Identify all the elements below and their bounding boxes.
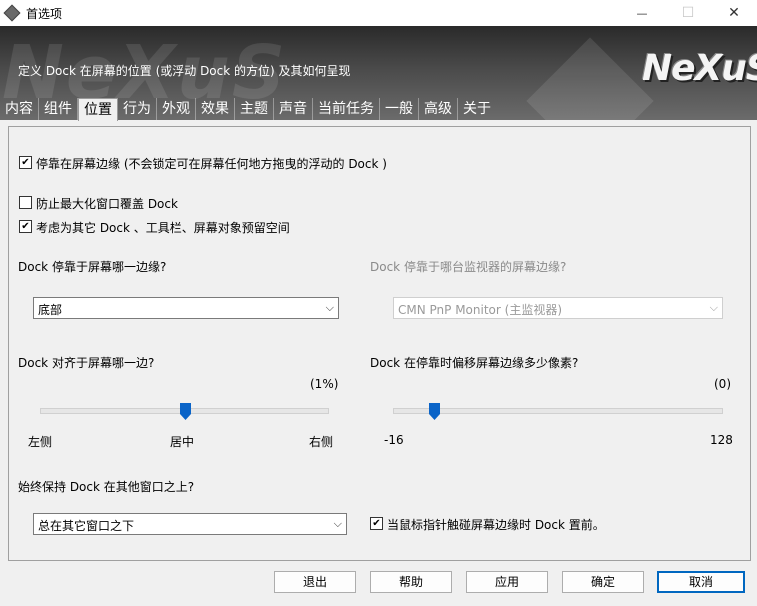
offset-readout: (0) bbox=[714, 377, 731, 391]
chevron-down-icon: ⌵ bbox=[709, 301, 718, 314]
exit-button[interactable]: 退出 bbox=[274, 571, 356, 593]
banner-description: 定义 Dock 在屏幕的位置 (或浮动 Dock 的方位) 及其如何呈现 bbox=[18, 64, 351, 78]
pin-edge-label: 停靠在屏幕边缘 (不会锁定可在屏幕任何地方拖曳的浮动的 Dock ) bbox=[36, 157, 387, 171]
tab-bar: 内容 组件 位置 行为 外观 效果 主题 声音 当前任务 一般 高级 关于 bbox=[0, 98, 496, 121]
window-title: 首选项 bbox=[26, 7, 63, 21]
align-readout: (1%) bbox=[310, 377, 339, 391]
close-button[interactable]: ✕ bbox=[711, 0, 757, 26]
tab-appearance[interactable]: 外观 bbox=[157, 98, 196, 120]
apply-button[interactable]: 应用 bbox=[466, 571, 548, 593]
tab-themes[interactable]: 主题 bbox=[235, 98, 274, 120]
align-center-label: 居中 bbox=[170, 435, 195, 449]
tab-content[interactable]: 内容 bbox=[0, 98, 39, 120]
ontop-value: 总在其它窗口之下 bbox=[38, 519, 135, 533]
tab-behavior[interactable]: 行为 bbox=[118, 98, 157, 120]
tab-general[interactable]: 一般 bbox=[380, 98, 419, 120]
cancel-button[interactable]: 取消 bbox=[657, 571, 745, 593]
bring-front-label: 当鼠标指针触碰屏幕边缘时 Dock 置前。 bbox=[387, 518, 605, 532]
tab-running-tasks[interactable]: 当前任务 bbox=[313, 98, 380, 120]
tab-components[interactable]: 组件 bbox=[39, 98, 78, 120]
tab-advanced[interactable]: 高级 bbox=[419, 98, 458, 120]
prevent-maximize-label: 防止最大化窗口覆盖 Dock bbox=[36, 197, 178, 211]
offset-slider-track[interactable] bbox=[393, 408, 723, 414]
prevent-maximize-checkbox[interactable] bbox=[19, 196, 32, 209]
edge-value: 底部 bbox=[38, 303, 63, 317]
app-icon bbox=[3, 4, 21, 22]
tab-sounds[interactable]: 声音 bbox=[274, 98, 313, 120]
offset-question: Dock 在停靠时偏移屏幕边缘多少像素? bbox=[370, 356, 579, 370]
offset-min-label: -16 bbox=[384, 433, 404, 447]
nexus-logo: NeXuS bbox=[642, 48, 757, 89]
tab-effects[interactable]: 效果 bbox=[196, 98, 235, 120]
monitor-question: Dock 停靠于哪台监视器的屏幕边缘? bbox=[370, 260, 567, 274]
bring-front-checkbox[interactable]: ✔ bbox=[370, 517, 383, 530]
reserve-space-checkbox[interactable]: ✔ bbox=[19, 220, 32, 233]
title-bar: 首选项 — ☐ ✕ bbox=[0, 0, 757, 26]
edge-dropdown[interactable]: 底部 ⌵ bbox=[33, 297, 339, 319]
monitor-dropdown: CMN PnP Monitor (主监视器) ⌵ bbox=[393, 297, 723, 319]
pin-edge-checkbox[interactable]: ✔ bbox=[19, 156, 32, 169]
position-panel bbox=[8, 126, 751, 561]
ontop-dropdown[interactable]: 总在其它窗口之下 ⌵ bbox=[33, 513, 347, 535]
edge-question: Dock 停靠于屏幕哪一边缘? bbox=[18, 260, 167, 274]
minimize-button[interactable]: — bbox=[619, 0, 665, 26]
offset-max-label: 128 bbox=[710, 433, 733, 447]
tab-position[interactable]: 位置 bbox=[78, 98, 118, 121]
align-left-label: 左侧 bbox=[28, 435, 53, 449]
align-right-label: 右侧 bbox=[309, 435, 334, 449]
reserve-space-label: 考虑为其它 Dock 、工具栏、屏幕对象预留空间 bbox=[36, 221, 290, 235]
ontop-question: 始终保持 Dock 在其他窗口之上? bbox=[18, 480, 195, 494]
ok-button[interactable]: 确定 bbox=[562, 571, 644, 593]
help-button[interactable]: 帮助 bbox=[370, 571, 452, 593]
tab-about[interactable]: 关于 bbox=[458, 98, 496, 120]
chevron-down-icon: ⌵ bbox=[325, 301, 334, 314]
banner-diamond bbox=[526, 37, 654, 120]
monitor-value: CMN PnP Monitor (主监视器) bbox=[398, 303, 562, 317]
chevron-down-icon: ⌵ bbox=[333, 517, 342, 530]
maximize-button: ☐ bbox=[681, 5, 695, 21]
align-question: Dock 对齐于屏幕哪一边? bbox=[18, 356, 155, 370]
